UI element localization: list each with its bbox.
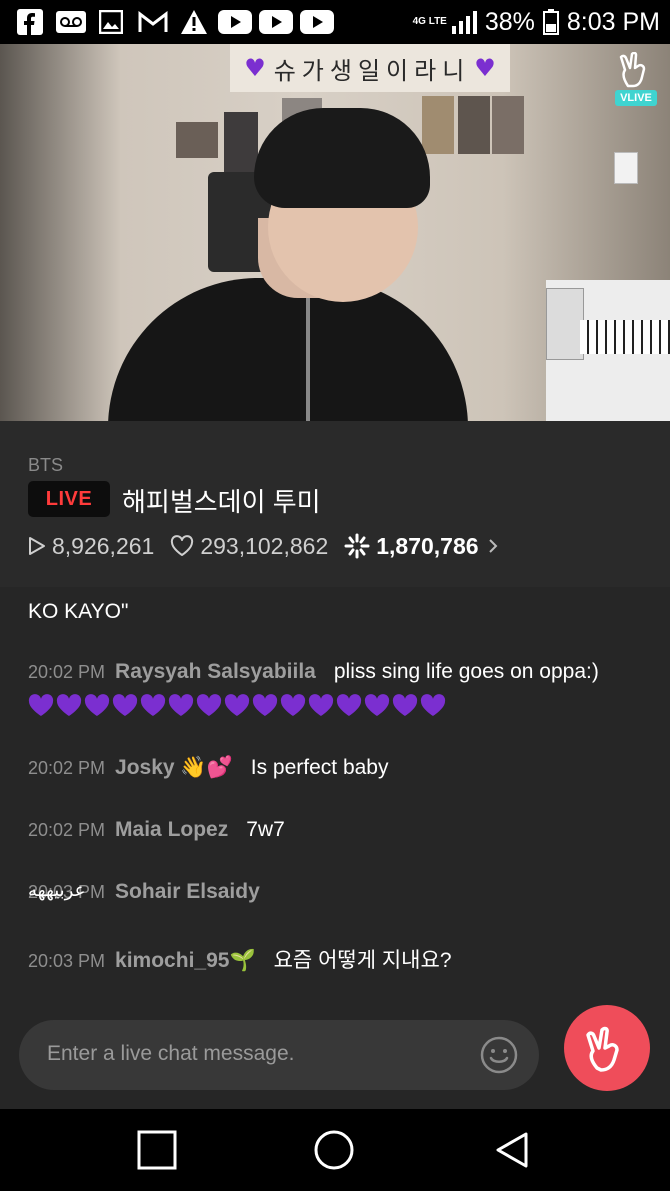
chat-input[interactable]: Enter a live chat message. — [19, 1020, 539, 1090]
network-indicator: 4G LTE — [413, 10, 477, 34]
purple-heart-icon — [140, 694, 166, 716]
youtube-icon — [300, 8, 334, 36]
heart-outline-icon — [171, 535, 194, 556]
back-icon[interactable] — [492, 1130, 532, 1170]
purple-hearts-row — [28, 694, 446, 718]
chat-username[interactable]: Sohair Elsaidy — [115, 880, 260, 903]
wall-banner: ♥ 슈가생일이라니 ♥ — [230, 44, 510, 92]
wall-device — [614, 152, 638, 184]
chat-time: 20:03 PM — [28, 951, 106, 971]
live-video-player[interactable]: ♥ 슈가생일이라니 ♥ VLIVE — [0, 44, 670, 421]
purple-heart-icon — [196, 694, 222, 716]
chat-username[interactable]: Raysyah Salsyabiila — [115, 660, 316, 683]
purple-heart-icon — [420, 694, 446, 716]
home-icon[interactable] — [313, 1129, 355, 1171]
broadcast-stats[interactable]: 8,926,261 293,102,862 1,870,786 — [28, 531, 521, 561]
piano — [546, 280, 670, 421]
chat-time: 20:02 PM — [28, 758, 106, 778]
purple-heart-icon: ♥ — [244, 54, 266, 82]
gmail-icon — [138, 8, 168, 36]
android-nav-bar — [0, 1109, 670, 1191]
emoji-icon[interactable] — [479, 1035, 519, 1075]
purple-heart-icon — [112, 694, 138, 716]
live-chat-list[interactable] — [0, 587, 670, 997]
chat-text: pliss sing life goes on oppa:) — [333, 660, 599, 683]
boost-count-value: 1,870,786 — [376, 532, 479, 559]
chat-message: 20:03 PM عربيههه Sohair Elsaidy — [28, 880, 278, 904]
purple-heart-icon — [224, 694, 250, 716]
youtube-icon — [218, 8, 252, 36]
purple-heart-icon — [56, 694, 82, 716]
chat-text-overlay: عربيههه — [28, 880, 86, 901]
warning-icon — [180, 8, 208, 36]
purple-heart-icon — [308, 694, 334, 716]
gallery-icon — [98, 8, 124, 36]
chat-message: 20:02 PM Raysyah Salsyabiila pliss sing li… — [28, 660, 599, 684]
purple-heart-icon — [28, 694, 54, 716]
facebook-icon — [16, 8, 44, 36]
battery-percent: 38% — [484, 7, 535, 36]
finger-heart-icon — [586, 1026, 619, 1072]
artist-name[interactable]: BTS — [28, 455, 63, 476]
play-icon — [29, 537, 45, 555]
finger-heart-button[interactable] — [564, 1005, 650, 1091]
sparkle-icon — [344, 533, 370, 559]
purple-heart-icon — [280, 694, 306, 716]
chat-text: Is perfect baby — [250, 756, 389, 779]
banner-text: 슈가생일이라니 — [273, 56, 471, 85]
recents-icon[interactable] — [137, 1130, 177, 1170]
purple-heart-icon — [392, 694, 418, 716]
chat-message: 20:02 PM Maia Lopez 7w7 — [28, 818, 285, 842]
boost-count: 1,870,786 — [344, 533, 504, 560]
chat-time: 20:02 PM — [28, 820, 106, 840]
clock: 8:03 PM — [566, 7, 660, 36]
purple-heart-icon — [252, 694, 278, 716]
network-type: 4G LTE — [412, 16, 447, 27]
view-count: 8,926,261 — [28, 533, 154, 560]
purple-heart-icon — [168, 694, 194, 716]
streamer — [108, 108, 468, 421]
vlive-hand-icon — [619, 52, 646, 88]
voicemail-icon — [56, 8, 86, 36]
chat-text: 요즘 어떻게 지내요? — [273, 949, 452, 972]
like-count: 293,102,862 — [170, 533, 328, 560]
chat-input-placeholder: Enter a live chat message. — [47, 1042, 295, 1065]
battery-icon — [542, 9, 559, 35]
chat-username[interactable]: Josky 👋💕 — [115, 756, 233, 779]
live-badge: LIVE — [28, 481, 110, 517]
view-count-value: 8,926,261 — [52, 532, 155, 559]
chat-message-partial: KO KAYO" — [28, 600, 129, 623]
like-count-value: 293,102,862 — [200, 532, 329, 559]
chat-time: 20:02 PM — [28, 662, 106, 682]
chat-message: 20:02 PM Josky 👋💕 Is perfect baby — [28, 756, 388, 780]
purple-heart-icon: ♥ — [474, 54, 496, 82]
chat-username[interactable]: kimochi_95🌱 — [115, 949, 256, 972]
chat-text: 7w7 — [246, 818, 285, 841]
vlive-logo: VLIVE — [612, 52, 660, 110]
purple-heart-icon — [336, 694, 362, 716]
chat-username[interactable]: Maia Lopez — [115, 818, 228, 841]
status-bar: 4G LTE 38% 8:03 PM — [0, 0, 670, 44]
vlive-logo-text: VLIVE — [615, 90, 657, 106]
signal-icon — [451, 11, 477, 34]
chevron-right-icon[interactable] — [487, 537, 499, 555]
chat-message: 20:03 PM kimochi_95🌱 요즘 어떻게 지내요? — [28, 944, 452, 974]
broadcast-title: 해피벌스데이 투미 — [122, 487, 321, 517]
youtube-icon — [259, 8, 293, 36]
purple-heart-icon — [84, 694, 110, 716]
purple-heart-icon — [364, 694, 390, 716]
